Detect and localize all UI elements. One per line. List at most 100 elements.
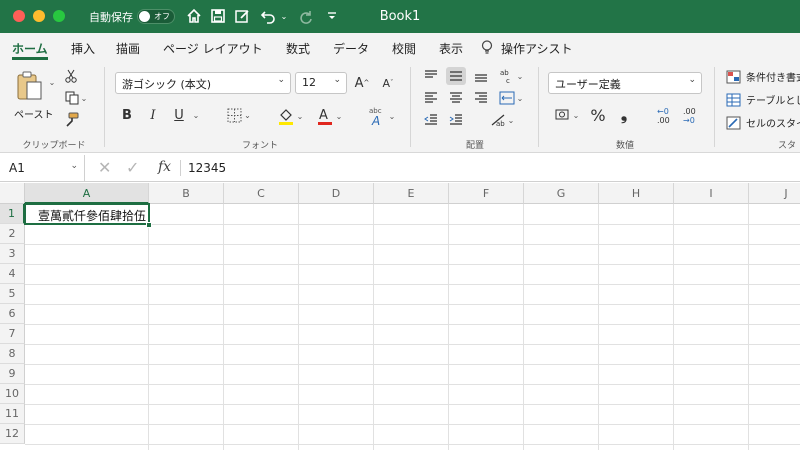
gridline	[25, 264, 800, 265]
column-header-a[interactable]: A	[25, 183, 149, 204]
font-name-combo[interactable]: 游ゴシック (本文) ⌄	[115, 72, 291, 94]
title-bar: 自動保存 オフ ⌄ Book1	[0, 0, 800, 33]
separator	[410, 67, 411, 147]
column-header-e[interactable]: E	[374, 183, 449, 204]
row-header-6[interactable]: 6	[0, 304, 25, 324]
row-header-10[interactable]: 10	[0, 384, 25, 404]
merge-cells-icon[interactable]: ab ⌄	[486, 111, 518, 129]
align-center-icon[interactable]	[446, 89, 466, 107]
alignment-group-label: 配置	[465, 141, 484, 151]
gridline	[25, 244, 800, 245]
accounting-format-icon[interactable]: ⌄	[550, 105, 584, 125]
row-header-12[interactable]: 12	[0, 424, 25, 444]
gridline	[298, 204, 299, 450]
tab-page-layout[interactable]: ページ レイアウト	[163, 40, 263, 57]
format-as-table-button[interactable]: テーブルとし	[726, 92, 800, 107]
format-as-table-icon	[726, 93, 741, 106]
conditional-formatting-icon	[726, 70, 741, 83]
row-header-7[interactable]: 7	[0, 324, 25, 344]
confirm-entry-icon[interactable]: ✓	[126, 158, 139, 177]
row-header-9[interactable]: 9	[0, 364, 25, 384]
phonetic-guide-icon[interactable]: abc A ⌄	[364, 105, 398, 127]
bold-button[interactable]: B	[118, 105, 136, 125]
borders-icon[interactable]: ⌄	[222, 105, 256, 125]
tab-review[interactable]: 校閲	[392, 40, 416, 57]
underline-dropdown-icon[interactable]: ⌄	[190, 105, 200, 125]
column-header-h[interactable]: H	[599, 183, 674, 204]
tab-tell-me[interactable]: 操作アシスト	[501, 40, 573, 57]
cell-styles-button[interactable]: セルのスタイ	[726, 115, 800, 130]
ribbon-tabs: ホーム 挿入 描画 ページ レイアウト 数式 データ 校閲 表示 操作アシスト	[0, 33, 800, 61]
align-right-icon[interactable]	[471, 89, 491, 107]
italic-button[interactable]: I	[144, 105, 162, 125]
row-header-5[interactable]: 5	[0, 284, 25, 304]
align-left-icon[interactable]	[421, 89, 441, 107]
row-header-4[interactable]: 4	[0, 264, 25, 284]
column-header-i[interactable]: I	[674, 183, 749, 204]
column-header-j[interactable]: J	[749, 183, 800, 204]
tab-view[interactable]: 表示	[439, 40, 463, 57]
styles-group-label: スタ	[778, 141, 797, 151]
svg-text:A: A	[319, 108, 328, 123]
tab-home[interactable]: ホーム	[12, 40, 48, 57]
decrease-indent-icon[interactable]	[421, 111, 441, 129]
percent-style-button[interactable]: %	[588, 105, 608, 125]
worksheet-grid[interactable]: A B C D E F G H I J 1 2 3 4 5 6 7 8 9 10…	[0, 183, 800, 450]
column-header-f[interactable]: F	[449, 183, 524, 204]
row-header-3[interactable]: 3	[0, 244, 25, 264]
comma-style-button[interactable]: ❟	[614, 105, 634, 125]
conditional-formatting-button[interactable]: 条件付き書式	[726, 69, 800, 84]
tab-formulas[interactable]: 数式	[286, 40, 310, 57]
tab-draw[interactable]: 描画	[116, 40, 140, 57]
lightbulb-icon[interactable]	[481, 40, 493, 58]
align-top-icon[interactable]	[421, 67, 441, 85]
wrap-text-icon[interactable]: ⌄	[496, 89, 526, 107]
svg-text:.00: .00	[683, 107, 696, 116]
ribbon: ⌄ ペースト ⌄ クリップボード 游ゴシック (本文) ⌄ 12 ⌄ A ^ Aˇ…	[0, 61, 800, 153]
select-all-corner[interactable]	[0, 183, 25, 204]
column-header-b[interactable]: B	[149, 183, 224, 204]
svg-text:ab: ab	[500, 69, 509, 77]
row-header-2[interactable]: 2	[0, 224, 25, 244]
align-middle-icon[interactable]	[446, 67, 466, 85]
paste-dropdown-icon[interactable]: ⌄	[46, 77, 56, 87]
column-header-g[interactable]: G	[524, 183, 599, 204]
number-group-label: 数値	[615, 141, 634, 151]
decrease-decimal-icon[interactable]: .00 →0	[678, 105, 702, 127]
copy-icon[interactable]: ⌄	[62, 89, 90, 107]
row-header-11[interactable]: 11	[0, 404, 25, 424]
cancel-entry-icon[interactable]: ✕	[98, 158, 111, 177]
column-header-d[interactable]: D	[299, 183, 374, 204]
gridline	[523, 204, 524, 450]
gridline	[25, 384, 800, 385]
gridline	[25, 284, 800, 285]
text-orientation-icon[interactable]: ab c ⌄	[496, 67, 526, 85]
increase-font-size-icon[interactable]: A ^	[352, 73, 372, 93]
column-header-c[interactable]: C	[224, 183, 299, 204]
paste-icon[interactable]	[14, 69, 44, 103]
formula-input[interactable]: 12345	[188, 161, 226, 175]
insert-function-button[interactable]: fx	[158, 159, 171, 175]
tab-data[interactable]: データ	[333, 40, 369, 57]
paste-label[interactable]: ペースト	[14, 106, 54, 121]
name-box[interactable]: A1 ⌄	[0, 155, 85, 181]
gridline	[25, 364, 800, 365]
increase-decimal-icon[interactable]: ←0.00	[652, 105, 676, 127]
tab-insert[interactable]: 挿入	[71, 40, 95, 57]
chevron-down-icon: ⌄	[70, 161, 78, 171]
increase-indent-icon[interactable]	[446, 111, 466, 129]
number-format-combo[interactable]: ユーザー定義 ⌄	[548, 72, 702, 94]
font-size-combo[interactable]: 12 ⌄	[295, 72, 347, 94]
row-header-1[interactable]: 1	[0, 204, 25, 224]
scissors-icon[interactable]	[62, 67, 80, 85]
align-bottom-icon[interactable]	[471, 67, 491, 85]
font-color-icon[interactable]: A ⌄	[312, 105, 346, 127]
decrease-font-size-icon[interactable]: Aˇ	[378, 73, 398, 93]
fill-handle[interactable]	[146, 222, 152, 228]
cell-styles-label: セルのスタイ	[746, 119, 800, 130]
font-group-label: フォント	[241, 141, 278, 151]
fill-color-icon[interactable]: ⌄	[274, 105, 306, 127]
underline-button[interactable]: U	[170, 105, 188, 125]
format-painter-icon[interactable]	[62, 111, 80, 129]
row-header-8[interactable]: 8	[0, 344, 25, 364]
